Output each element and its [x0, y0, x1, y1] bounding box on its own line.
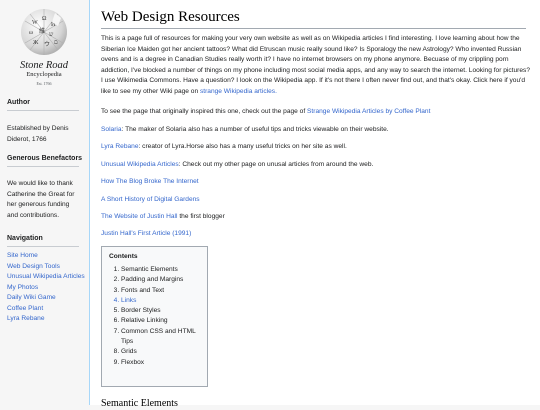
sidebar: WΩИ ω維ש Жウם Stone Road Encyclopedia Est.… — [0, 0, 88, 405]
toc-item-relative-linking[interactable]: Relative Linking — [121, 316, 200, 326]
benefactors-text: We would like to thank Catherine the Gre… — [7, 180, 75, 219]
nav-item-daily-wiki-game[interactable]: Daily Wiki Game — [7, 293, 85, 304]
justin-hall-text: the first blogger — [177, 213, 225, 220]
toc-item-links[interactable]: Links — [121, 296, 200, 306]
lyra-paragraph: Lyra Rebane: creator of Lyra.Horse also … — [101, 142, 530, 153]
intro-text: This is a page full of resources for mak… — [101, 35, 531, 95]
svg-text:維: 維 — [39, 27, 45, 35]
page-title: Web Design Resources — [101, 8, 526, 29]
justin-hall-website-link[interactable]: The Website of Justin Hall — [101, 213, 177, 220]
unusual-paragraph: Unusual Wikipedia Articles: Check out my… — [101, 160, 530, 171]
solaria-link[interactable]: Solaria — [101, 126, 122, 133]
first-article-paragraph: Justin Hall's First Article (1991) — [101, 229, 530, 240]
table-of-contents: Contents Semantic Elements Padding and M… — [101, 246, 208, 387]
nav-item-coffee-plant[interactable]: Coffee Plant — [7, 304, 85, 315]
svg-text:Ж: Ж — [33, 40, 39, 46]
navigation-divider — [7, 246, 79, 247]
benefactors-divider — [7, 166, 79, 167]
digital-gardens-link[interactable]: A Short History of Digital Gardens — [101, 196, 200, 203]
toc-title: Contents — [109, 253, 138, 260]
svg-text:ウ: ウ — [44, 40, 50, 48]
toc-list: Semantic Elements Padding and Margins Fo… — [109, 265, 200, 368]
toc-item-flexbox[interactable]: Flexbox — [121, 358, 200, 368]
intro-paragraph: This is a page full of resources for mak… — [101, 34, 530, 97]
svg-text:ם: ם — [54, 40, 58, 46]
author-divider — [7, 110, 79, 111]
nav-item-lyra-rebane[interactable]: Lyra Rebane — [7, 314, 85, 325]
coffee-plant-link[interactable]: Strange Wikipedia Articles by Coffee Pla… — [307, 108, 430, 115]
navigation-list: Site Home Web Design Tools Unusual Wikip… — [7, 251, 85, 325]
main-content: Web Design Resources This is a page full… — [89, 0, 540, 409]
author-text: Established by Denis Diderot, 1766 — [7, 125, 69, 143]
site-logo[interactable]: WΩИ ω維ש Жウם Stone Road Encyclopedia Est.… — [14, 6, 74, 96]
unusual-text: : Check out my other page on unusal arti… — [178, 161, 374, 168]
unusual-articles-link[interactable]: Unusual Wikipedia Articles — [101, 161, 179, 168]
toc-item-padding-margins[interactable]: Padding and Margins — [121, 275, 200, 285]
globe-logo-icon: WΩИ ω維ש Жウם — [21, 9, 67, 55]
inspired-text: To see the page that originally inspired… — [101, 108, 308, 115]
strange-articles-link[interactable]: strange Wikipedia articles. — [200, 88, 277, 95]
blog-broke-internet-link[interactable]: How The Blog Broke The Internet — [101, 178, 199, 185]
navigation-heading: Navigation — [7, 235, 43, 242]
inspired-paragraph: To see the page that originally inspired… — [101, 107, 530, 118]
lyra-text: : creator of Lyra.Horse also has a many … — [138, 143, 347, 150]
solaria-paragraph: Solaria: The maker of Solaria also has a… — [101, 125, 530, 136]
logo-established: Est. 1766 — [36, 81, 52, 86]
nav-item-unusual-wikipedia-articles[interactable]: Unusual Wikipedia Articles — [7, 272, 85, 283]
logo-name: Stone Road — [19, 60, 69, 71]
justin-hall-paragraph: The Website of Justin Hall the first blo… — [101, 212, 530, 223]
nav-item-site-home[interactable]: Site Home — [7, 251, 85, 262]
toc-item-css-html-tips[interactable]: Common CSS and HTML Tips — [121, 327, 200, 348]
section-heading: Semantic Elements — [101, 398, 178, 409]
toc-item-border-styles[interactable]: Border Styles — [121, 306, 200, 316]
solaria-text: : The maker of Solaria also has a number… — [121, 126, 389, 133]
toc-item-semantic-elements[interactable]: Semantic Elements — [121, 265, 200, 275]
gardens-paragraph: A Short History of Digital Gardens — [101, 195, 530, 206]
svg-text:Ω: Ω — [42, 16, 47, 22]
benefactors-heading: Generous Benefactors — [7, 155, 83, 162]
toc-item-grids[interactable]: Grids — [121, 347, 200, 357]
nav-item-web-design-tools[interactable]: Web Design Tools — [7, 262, 85, 273]
justin-hall-first-article-link[interactable]: Justin Hall's First Article (1991) — [101, 230, 191, 237]
blog-paragraph: How The Blog Broke The Internet — [101, 177, 530, 188]
nav-item-my-photos[interactable]: My Photos — [7, 283, 85, 294]
author-heading: Author — [7, 99, 30, 106]
logo-subtitle: Encyclopedia — [26, 71, 62, 78]
svg-text:W: W — [32, 20, 38, 26]
svg-text:ω: ω — [29, 30, 33, 36]
toc-item-fonts-text[interactable]: Fonts and Text — [121, 286, 200, 296]
lyra-rebane-link[interactable]: Lyra Rebane — [101, 143, 139, 150]
